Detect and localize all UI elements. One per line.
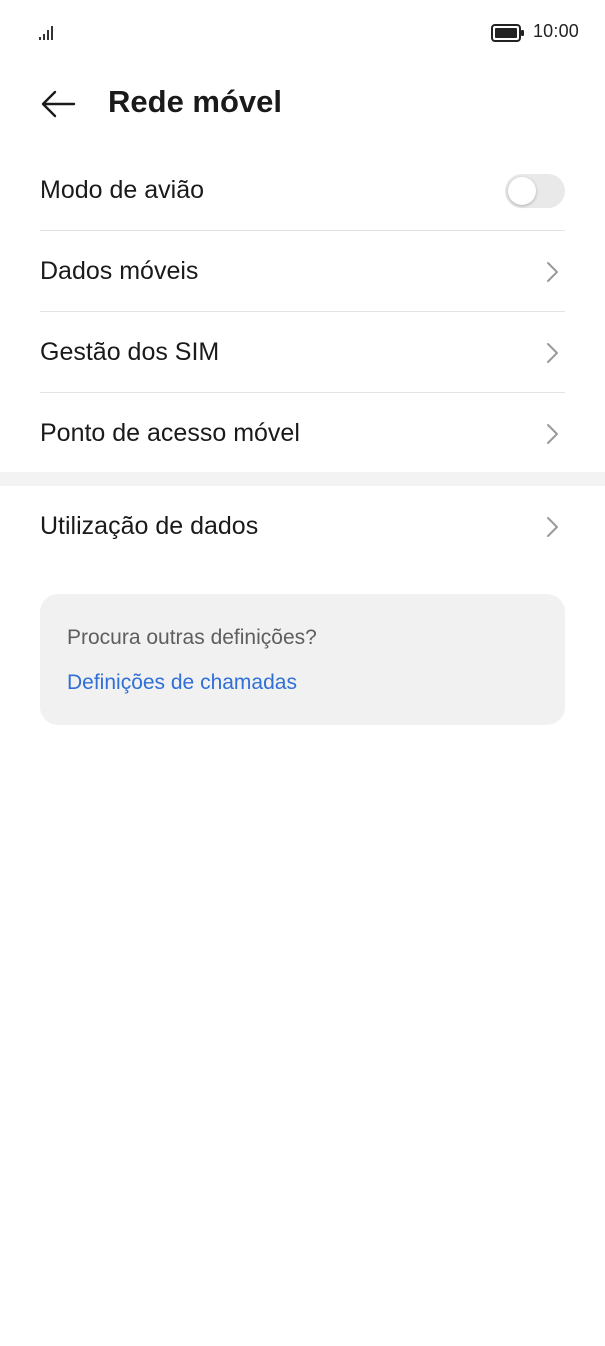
status-bar: 10:00: [0, 0, 605, 64]
data-usage-item[interactable]: Utilização de dados: [40, 486, 565, 567]
sim-management-label: Gestão dos SIM: [40, 338, 220, 366]
status-time: 10:00: [532, 21, 579, 41]
chevron-right-icon: [547, 342, 558, 363]
mobile-hotspot-label: Ponto de acesso móvel: [40, 419, 300, 447]
back-button[interactable]: [36, 82, 80, 126]
mobile-data-item[interactable]: Dados móveis: [40, 231, 565, 312]
section-separator: [0, 472, 605, 486]
page-title: Rede móvel: [108, 84, 283, 119]
mobile-data-label: Dados móveis: [40, 257, 199, 285]
chevron-right-icon: [547, 516, 558, 537]
airplane-mode-toggle[interactable]: [505, 173, 565, 208]
sim-management-item[interactable]: Gestão dos SIM: [40, 312, 565, 393]
call-settings-link[interactable]: Definições de chamadas: [67, 671, 297, 695]
back-arrow-icon: [41, 90, 76, 118]
suggestion-question: Procura outras definições?: [67, 626, 317, 649]
suggestion-card: Procura outras definições? Definições de…: [40, 594, 565, 725]
app-header: Rede móvel: [0, 72, 605, 136]
signal-bars-icon: [39, 26, 53, 40]
battery-icon: [491, 24, 524, 42]
chevron-right-icon: [547, 423, 558, 444]
chevron-right-icon: [547, 261, 558, 282]
data-usage-label: Utilização de dados: [40, 512, 259, 540]
toggle-knob: [508, 176, 536, 205]
mobile-hotspot-item[interactable]: Ponto de acesso móvel: [40, 393, 565, 474]
mobile-network-screen: 10:00 Rede móvel Modo de avião Dados móv…: [0, 0, 605, 1346]
airplane-mode-label: Modo de avião: [40, 176, 205, 204]
airplane-mode-item[interactable]: Modo de avião: [40, 150, 565, 231]
